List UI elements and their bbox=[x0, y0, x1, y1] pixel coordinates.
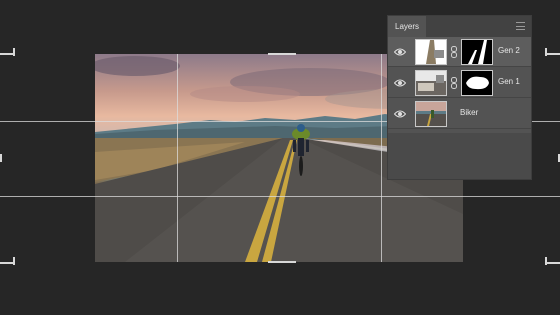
layers-panel: Layers Gen 2 Gen 1 Biker bbox=[387, 15, 532, 180]
layer-name: Biker bbox=[460, 108, 479, 117]
guide-horizontal-2 bbox=[0, 196, 560, 197]
layer-row-gen2[interactable]: Gen 2 bbox=[388, 37, 531, 67]
layers-panel-empty-area bbox=[388, 133, 531, 179]
layer-row-biker[interactable]: Biker bbox=[388, 99, 531, 129]
tab-layers[interactable]: Layers bbox=[388, 16, 427, 37]
crop-handle-bottom-mid[interactable] bbox=[268, 261, 296, 263]
layer-thumbnail[interactable] bbox=[415, 101, 447, 127]
guide-vertical-1 bbox=[177, 54, 178, 262]
eye-icon[interactable] bbox=[394, 109, 406, 119]
layer-name: Gen 2 bbox=[498, 46, 520, 55]
crop-handle-top-right-h[interactable] bbox=[546, 53, 560, 55]
crop-handle-top-mid[interactable] bbox=[268, 53, 296, 55]
crop-handle-bottom-right-h[interactable] bbox=[546, 262, 560, 264]
layer-thumbnail[interactable] bbox=[415, 70, 447, 96]
crop-handle-top-right-v[interactable] bbox=[545, 48, 547, 56]
layer-thumbnail[interactable] bbox=[415, 39, 447, 65]
layer-mask-thumbnail[interactable] bbox=[461, 70, 493, 96]
eye-icon[interactable] bbox=[394, 47, 406, 57]
crop-handle-left-mid[interactable] bbox=[0, 154, 2, 162]
guide-vertical-2 bbox=[381, 54, 382, 262]
crop-handle-top-left-h[interactable] bbox=[0, 53, 14, 55]
link-icon[interactable] bbox=[450, 46, 458, 58]
layers-panel-header: Layers bbox=[388, 16, 531, 37]
eye-icon[interactable] bbox=[394, 78, 406, 88]
crop-handle-top-left-v[interactable] bbox=[13, 48, 15, 56]
panel-menu-icon[interactable] bbox=[516, 22, 525, 30]
layer-mask-thumbnail[interactable] bbox=[461, 39, 493, 65]
crop-handle-bottom-left-h[interactable] bbox=[0, 262, 14, 264]
link-icon[interactable] bbox=[450, 77, 458, 89]
layer-row-gen1[interactable]: Gen 1 bbox=[388, 68, 531, 98]
crop-handle-bottom-left-v[interactable] bbox=[13, 257, 15, 265]
layer-name: Gen 1 bbox=[498, 77, 520, 86]
crop-handle-bottom-right-v[interactable] bbox=[545, 257, 547, 265]
